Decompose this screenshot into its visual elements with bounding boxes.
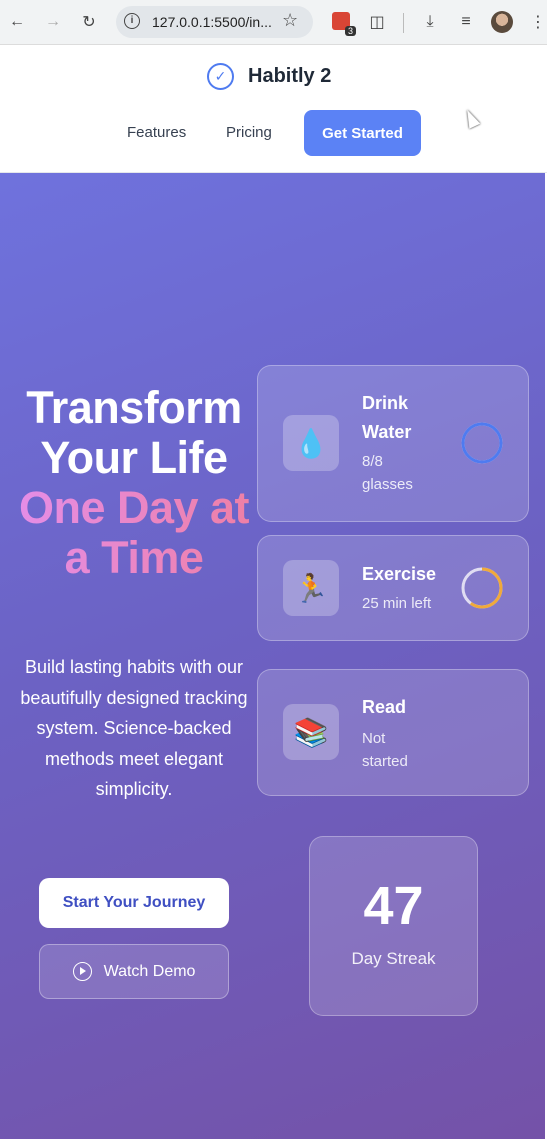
habit-status-line-1: Not (362, 730, 386, 747)
play-icon (72, 962, 92, 981)
streak-card: 47 Day Streak (309, 836, 478, 1016)
habit-title-line-2: Water (362, 422, 412, 442)
hero-section: Transform Your Life One Day at a Time Bu… (0, 173, 545, 1139)
mouse-cursor-icon (461, 107, 481, 129)
habit-card-drink-water[interactable]: 💧 Drink Water 8/8 glasses (257, 365, 529, 522)
water-drop-icon: 💧 (283, 415, 339, 471)
site-info-icon[interactable]: i (124, 13, 140, 29)
streak-label: Day Streak (351, 949, 436, 968)
extension-icon[interactable]: 3 (332, 12, 356, 36)
nav-link-features[interactable]: Features (127, 124, 186, 141)
forward-icon[interactable]: → (42, 11, 64, 33)
download-icon[interactable]: ⤓ (419, 11, 441, 33)
headline-accent-line-1: One Day at (10, 483, 258, 533)
running-icon: 🏃 (283, 560, 339, 616)
habit-status: 25 min left (362, 595, 432, 612)
habit-status: 8/8 glasses (362, 450, 413, 496)
headline-line-2: Your Life (40, 432, 228, 483)
site-header: ✓ Habitly 2 Features Pricing Get Started (0, 45, 547, 173)
back-icon[interactable]: ← (6, 11, 28, 33)
extensions-puzzle-icon[interactable]: ◫ (366, 11, 388, 33)
progress-ring-fill (461, 422, 503, 464)
bookmark-star-icon[interactable]: ☆ (282, 10, 298, 31)
brand-name: Habitly 2 (248, 65, 332, 87)
extension-badge-count: 3 (344, 26, 356, 36)
headline-line-1: Transform (26, 382, 242, 433)
habit-status: Not started (362, 727, 408, 773)
streak-count: 47 (363, 876, 424, 936)
habit-title: Exercise (362, 564, 437, 584)
reload-icon[interactable]: ↻ (78, 11, 100, 33)
progress-ring (461, 567, 503, 609)
habit-title: Drink Water (362, 389, 411, 447)
watch-demo-button[interactable]: Watch Demo (39, 944, 229, 999)
checkmark-icon: ✓ (207, 63, 234, 90)
habit-status-line-1: 8/8 (362, 453, 383, 470)
media-queue-icon[interactable]: ≡ (455, 11, 477, 33)
brand[interactable]: ✓ Habitly 2 (207, 63, 331, 90)
nav-link-pricing[interactable]: Pricing (226, 124, 272, 141)
address-url: 127.0.0.1:5500/in... (152, 14, 272, 30)
habit-card-exercise[interactable]: 🏃 Exercise 25 min left (257, 535, 529, 641)
toolbar-divider (403, 13, 404, 33)
watch-demo-label: Watch Demo (103, 962, 196, 980)
habit-title: Read (362, 697, 407, 717)
start-journey-button[interactable]: Start Your Journey (39, 878, 229, 928)
habit-status-line-2: glasses (362, 476, 413, 493)
profile-avatar[interactable] (491, 11, 513, 33)
headline-accent-line-2: a Time (10, 533, 258, 583)
menu-kebab-icon[interactable]: ⋮ (527, 11, 547, 33)
books-icon: 📚 (283, 704, 339, 760)
habit-card-read[interactable]: 📚 Read Not started (257, 669, 529, 796)
hero-headline: Transform Your Life One Day at a Time (10, 383, 258, 583)
habit-status-line-2: started (362, 753, 408, 770)
progress-ring (461, 422, 503, 464)
address-bar[interactable]: i 127.0.0.1:5500/in... ☆ (116, 6, 313, 38)
habit-title-line-1: Drink (362, 393, 409, 413)
browser-toolbar: ← → ↻ i 127.0.0.1:5500/in... ☆ 3 ◫ ⤓ ≡ ⋮ (0, 0, 547, 45)
get-started-button[interactable]: Get Started (304, 110, 421, 156)
hero-subtitle: Build lasting habits with our beautifull… (20, 657, 248, 799)
